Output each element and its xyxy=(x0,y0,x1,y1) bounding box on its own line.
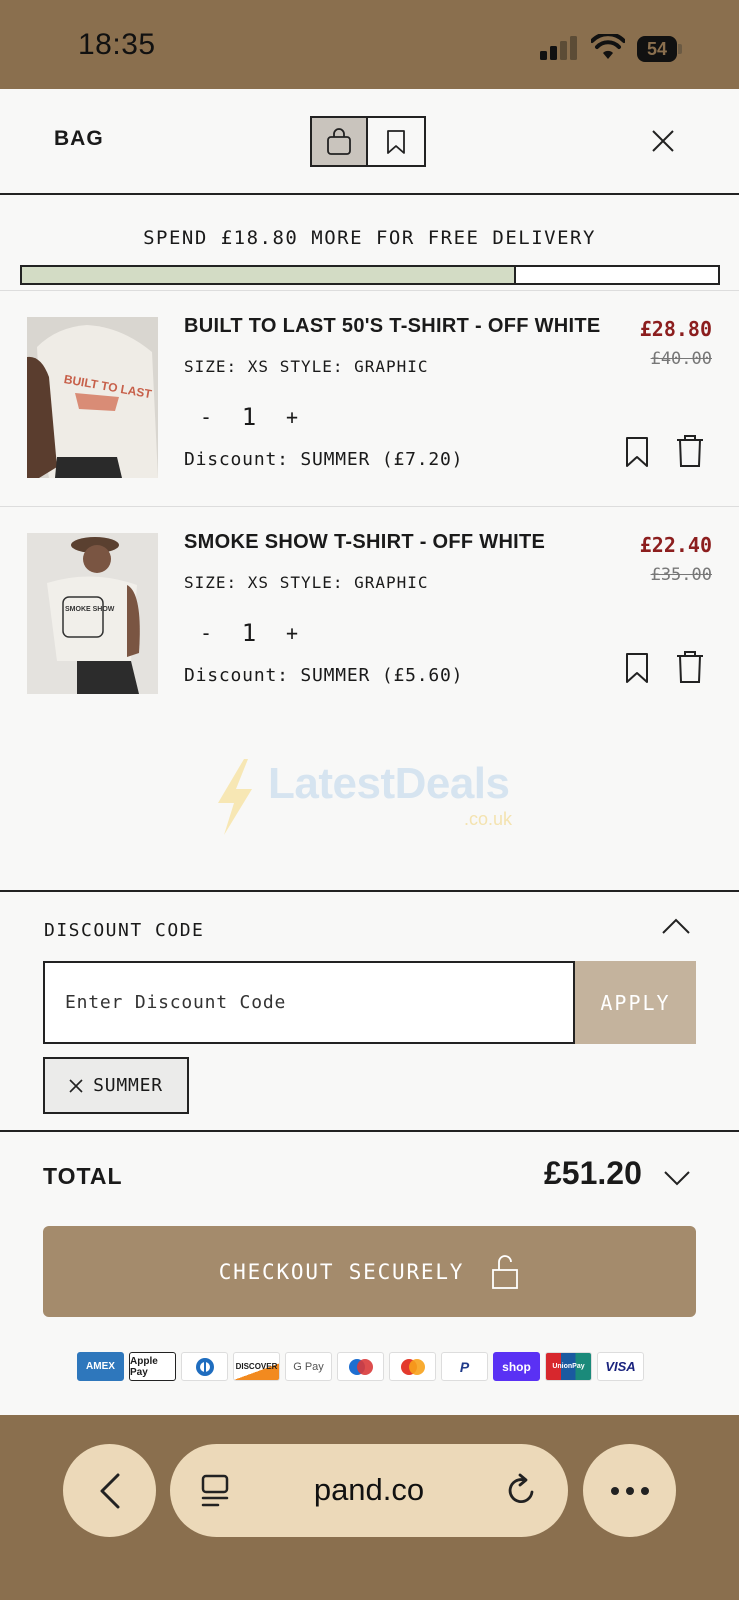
product-image[interactable]: BUILT TO LAST xyxy=(27,317,158,478)
status-time: 18:35 xyxy=(78,28,156,61)
checkout-label: CHECKOUT SECURELY xyxy=(218,1259,465,1284)
trash-icon[interactable] xyxy=(675,433,705,469)
sale-price: £22.40 xyxy=(639,533,712,557)
apply-button[interactable]: APPLY xyxy=(575,961,696,1044)
decrease-quantity-button[interactable]: - xyxy=(196,621,216,645)
back-button[interactable] xyxy=(63,1444,156,1537)
applied-discount-code: SUMMER xyxy=(93,1075,163,1096)
close-icon[interactable] xyxy=(650,128,676,154)
unionpay-icon: UnionPay xyxy=(545,1352,592,1381)
page-title: BAG xyxy=(54,127,104,150)
shop-pay-icon: shop xyxy=(493,1352,540,1381)
battery-icon: 54 xyxy=(637,36,682,62)
discount-code-input[interactable] xyxy=(43,961,575,1044)
print-text: SMOKE SHOW xyxy=(65,606,115,613)
watermark-text: LatestDeals xyxy=(268,759,510,808)
discover-icon: DISCOVER xyxy=(233,1352,280,1381)
bookmark-icon[interactable] xyxy=(624,651,650,685)
product-name[interactable]: SMOKE SHOW T-SHIRT - OFF WHITE xyxy=(184,531,545,554)
diners-icon xyxy=(181,1352,228,1381)
signal-icon xyxy=(540,36,580,60)
browser-toolbar: pand.co xyxy=(0,1415,739,1600)
chevron-left-icon xyxy=(100,1473,119,1508)
item-discount: Discount: SUMMER (£7.20) xyxy=(184,449,464,470)
watermark: LatestDeals .co.uk xyxy=(210,757,530,847)
unlock-icon xyxy=(492,1254,519,1289)
chevron-down-icon[interactable] xyxy=(663,1169,691,1187)
address-bar[interactable]: pand.co xyxy=(170,1444,568,1537)
quantity-value: 1 xyxy=(241,403,257,431)
maestro-icon xyxy=(337,1352,384,1381)
payment-methods: AMEX Apple Pay DISCOVER G Pay P shop Uni… xyxy=(77,1352,644,1381)
bag-tab[interactable] xyxy=(312,118,369,165)
reload-icon[interactable] xyxy=(506,1473,538,1507)
total-label: TOTAL xyxy=(43,1163,123,1189)
discount-code-title: DISCOUNT CODE xyxy=(44,920,205,941)
product-options: SIZE: XS STYLE: GRAPHIC xyxy=(184,357,429,376)
product-name[interactable]: BUILT TO LAST 50'S T-SHIRT - OFF WHITE xyxy=(184,315,601,338)
apple-pay-icon: Apple Pay xyxy=(129,1352,176,1381)
decrease-quantity-button[interactable]: - xyxy=(196,405,216,429)
amex-icon: AMEX xyxy=(77,1352,124,1381)
shopping-bag-icon xyxy=(327,127,351,155)
more-button[interactable] xyxy=(583,1444,676,1537)
trash-icon[interactable] xyxy=(675,649,705,685)
ellipsis-icon xyxy=(610,1486,649,1495)
wishlist-tab[interactable] xyxy=(368,118,424,165)
item-discount: Discount: SUMMER (£5.60) xyxy=(184,665,464,686)
remove-icon[interactable] xyxy=(69,1078,83,1093)
wifi-icon xyxy=(591,34,625,59)
cart-item: SMOKE SHOW SMOKE SHOW T-SHIRT - OFF WHIT… xyxy=(0,507,739,723)
free-delivery-message: SPEND £18.80 MORE FOR FREE DELIVERY xyxy=(143,227,596,249)
discount-section: DISCOUNT CODE APPLY SUMMER xyxy=(0,890,739,1132)
product-image[interactable]: SMOKE SHOW xyxy=(27,533,158,694)
applied-discount-chip[interactable]: SUMMER xyxy=(43,1057,189,1114)
lightning-bolt-icon xyxy=(218,759,252,835)
original-price: £40.00 xyxy=(650,349,712,369)
bookmark-icon[interactable] xyxy=(624,435,650,469)
checkout-button[interactable]: CHECKOUT SECURELY xyxy=(43,1226,696,1317)
quantity-value: 1 xyxy=(241,619,257,647)
cart-item: BUILT TO LAST BUILT TO LAST 50'S T-SHIRT… xyxy=(0,291,739,507)
watermark-domain: .co.uk xyxy=(464,809,513,829)
original-price: £35.00 xyxy=(650,565,712,585)
status-bar: 18:35 54 xyxy=(0,0,739,89)
google-pay-icon: G Pay xyxy=(285,1352,332,1381)
quantity-stepper: - 1 + xyxy=(196,619,302,647)
paypal-icon: P xyxy=(441,1352,488,1381)
increase-quantity-button[interactable]: + xyxy=(282,405,302,429)
sale-price: £28.80 xyxy=(639,317,712,341)
chevron-up-icon[interactable] xyxy=(661,916,691,936)
bag-header: BAG xyxy=(0,89,739,195)
bag-wishlist-toggle xyxy=(310,116,426,167)
delivery-progress-fill xyxy=(22,267,517,283)
visa-icon: VISA xyxy=(597,1352,644,1381)
delivery-progress-bar xyxy=(20,265,720,285)
quantity-stepper: - 1 + xyxy=(196,403,302,431)
bag-drawer: BAG SPEND £18.80 MORE FOR FREE DELIVERY xyxy=(0,89,739,1415)
battery-level: 54 xyxy=(646,39,668,59)
bookmark-icon xyxy=(387,129,405,154)
increase-quantity-button[interactable]: + xyxy=(282,621,302,645)
free-delivery-banner: SPEND £18.80 MORE FOR FREE DELIVERY xyxy=(0,195,739,291)
mastercard-icon xyxy=(389,1352,436,1381)
product-options: SIZE: XS STYLE: GRAPHIC xyxy=(184,573,429,592)
total-value: £51.20 xyxy=(544,1155,642,1191)
